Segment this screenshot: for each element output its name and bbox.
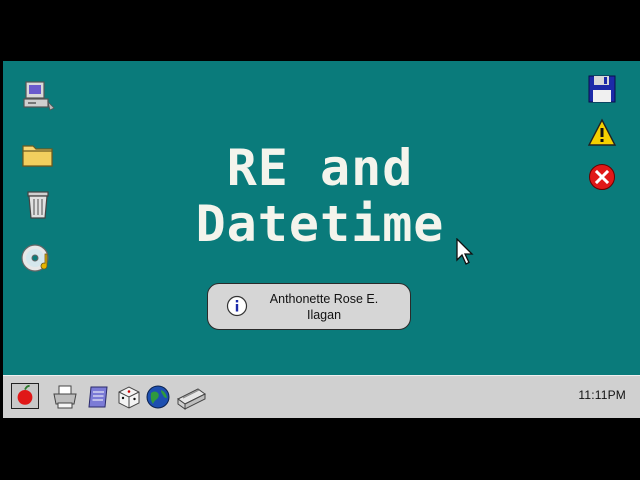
author-name-line-2: Ilagan xyxy=(306,308,342,322)
title-line-1: RE and xyxy=(226,139,414,197)
start-button[interactable] xyxy=(11,383,39,409)
printer-icon[interactable] xyxy=(51,383,79,411)
author-name: Anthonette Rose E. Ilagan xyxy=(254,291,394,323)
author-name-line-1: Anthonette Rose E. xyxy=(269,292,379,306)
floppy-disk-icon[interactable] xyxy=(587,74,617,104)
taskbar: 11:11PM xyxy=(3,375,640,418)
apple-icon xyxy=(17,384,33,405)
info-icon xyxy=(226,295,248,317)
computer-icon[interactable] xyxy=(20,78,56,114)
page-title: RE and Datetime xyxy=(0,140,640,252)
author-badge: Anthonette Rose E. Ilagan xyxy=(207,283,411,330)
mouse-cursor-icon xyxy=(456,238,474,265)
notepad-icon[interactable] xyxy=(85,383,113,411)
clock: 11:11PM xyxy=(578,388,626,402)
title-line-2: Datetime xyxy=(195,195,445,253)
scanner-icon[interactable] xyxy=(175,383,207,411)
globe-icon[interactable] xyxy=(144,383,172,411)
dice-icon[interactable] xyxy=(115,383,143,411)
